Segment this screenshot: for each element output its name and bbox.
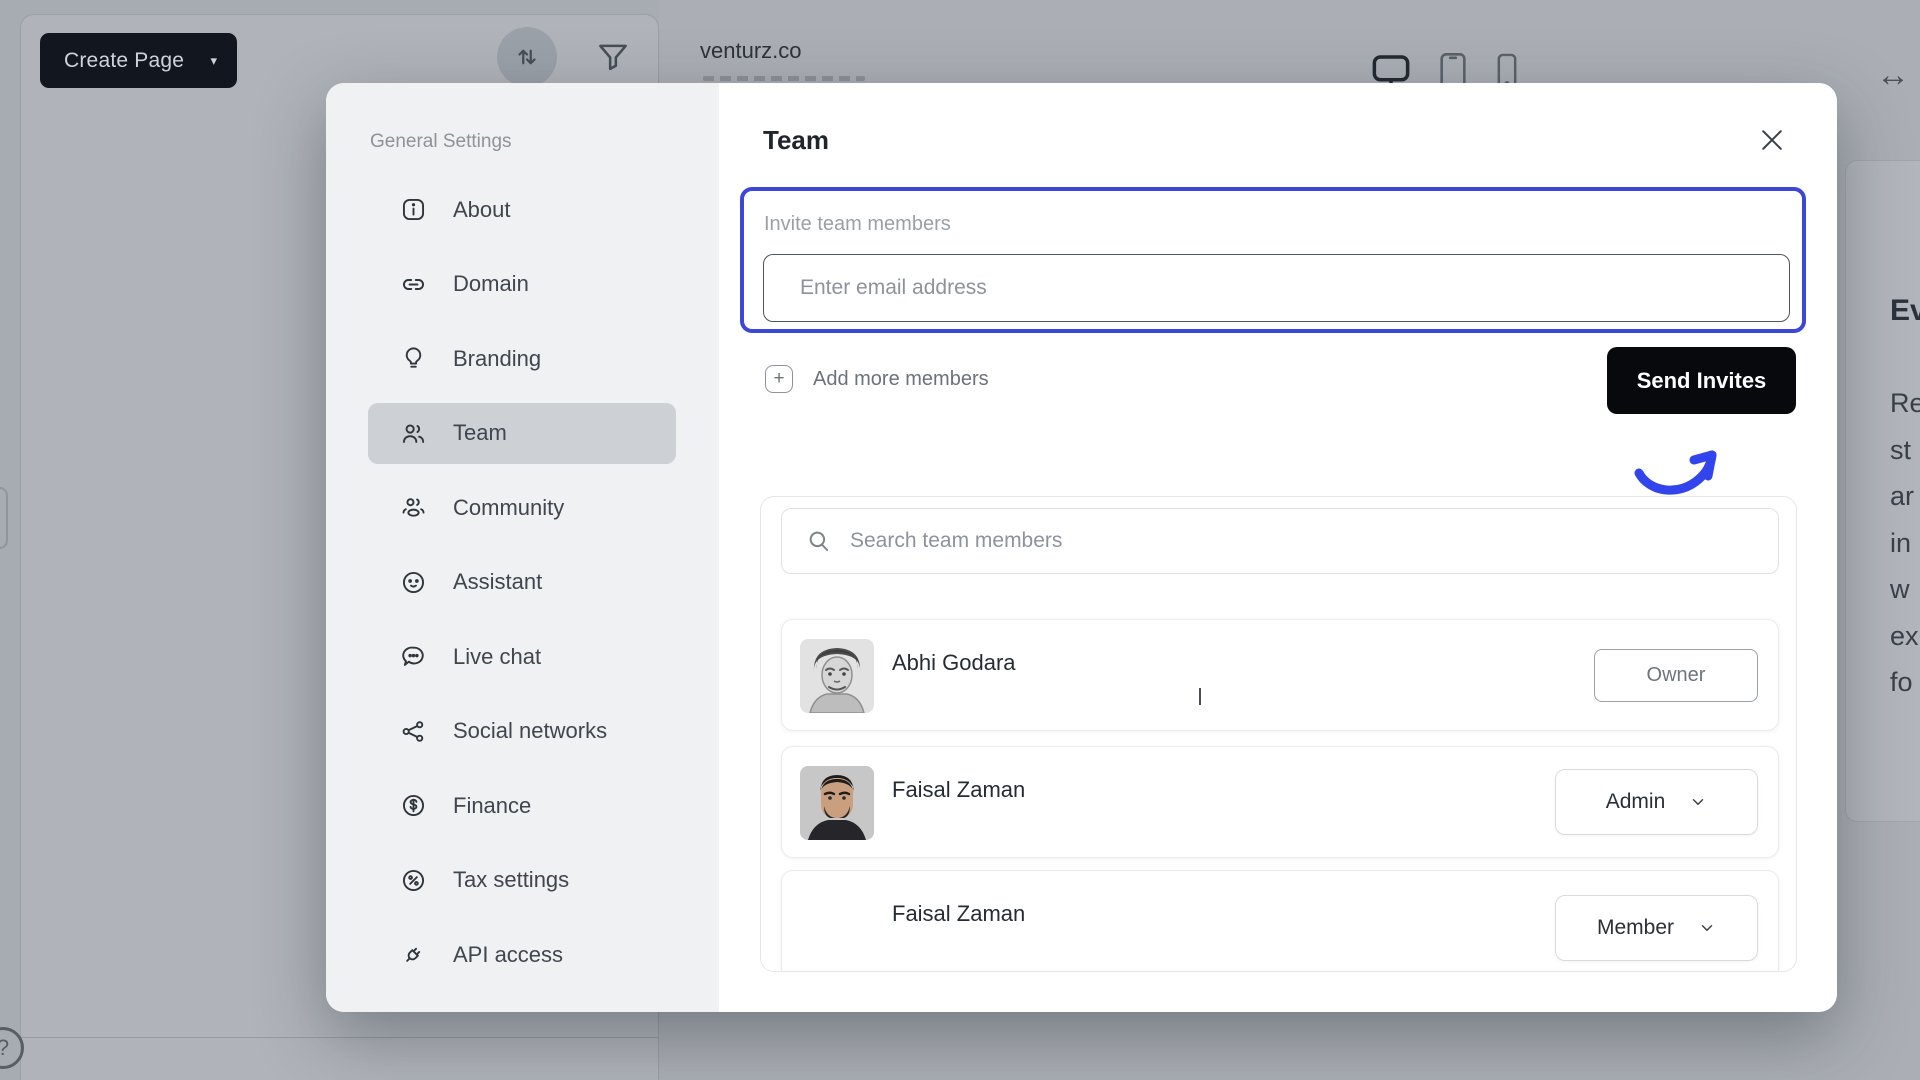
filter-button[interactable] bbox=[592, 36, 634, 78]
add-more-members-button[interactable]: + Add more members bbox=[765, 365, 989, 393]
sidebar-section-title: General Settings bbox=[370, 131, 512, 153]
percent-circle-icon bbox=[400, 867, 427, 894]
member-row: Abhi Godara Owner bbox=[781, 619, 1779, 731]
chevron-down-icon: ▾ bbox=[210, 53, 217, 69]
sidebar-item-domain[interactable]: Domain bbox=[368, 254, 676, 315]
site-name: venturz.co bbox=[700, 38, 802, 64]
member-name: Faisal Zaman bbox=[892, 901, 1025, 927]
screen: Create Page ▾ venturz.co ↔ Ev Re st ar i… bbox=[0, 0, 1920, 1080]
search-icon bbox=[806, 528, 832, 554]
sidebar-item-social-networks[interactable]: Social networks bbox=[368, 701, 676, 762]
sidebar-item-branding[interactable]: Branding bbox=[368, 328, 676, 389]
panel-collapse-handle[interactable] bbox=[0, 487, 8, 549]
member-name: Faisal Zaman bbox=[892, 777, 1025, 803]
info-icon bbox=[400, 196, 427, 223]
sidebar-item-about[interactable]: About bbox=[368, 179, 676, 240]
sidebar-item-live-chat[interactable]: Live chat bbox=[368, 626, 676, 687]
link-icon bbox=[400, 271, 427, 298]
member-row: Faisal Zaman Member bbox=[781, 870, 1779, 972]
search-bar bbox=[781, 508, 1779, 574]
lightbulb-icon bbox=[400, 345, 427, 372]
role-dropdown[interactable]: Admin bbox=[1555, 769, 1758, 835]
dollar-circle-icon bbox=[400, 792, 427, 819]
settings-modal: General Settings About Domain bbox=[326, 83, 1837, 1012]
assistant-face-icon bbox=[400, 569, 427, 596]
plus-icon: + bbox=[765, 365, 793, 393]
clipped-paragraph-fragments: Re st ar in w ex fo bbox=[1890, 380, 1920, 706]
chevron-down-icon bbox=[1689, 793, 1707, 811]
email-field[interactable] bbox=[763, 254, 1790, 322]
annotation-arrow-icon bbox=[1631, 429, 1741, 504]
invite-form: Invite team members bbox=[740, 187, 1806, 333]
chevron-down-icon bbox=[1698, 919, 1716, 937]
plug-icon bbox=[400, 941, 427, 968]
sidebar-item-team[interactable]: Team bbox=[368, 403, 676, 464]
share-nodes-icon bbox=[400, 718, 427, 745]
sort-arrows-icon bbox=[512, 42, 542, 72]
member-row: Faisal Zaman Admin bbox=[781, 746, 1779, 858]
team-settings-panel: Team Invite team members + Add more memb… bbox=[719, 83, 1837, 1012]
chat-bubble-icon bbox=[400, 643, 427, 670]
page-title: Team bbox=[763, 125, 829, 156]
sidebar-item-tax-settings[interactable]: Tax settings bbox=[368, 850, 676, 911]
text-cursor-artifact bbox=[1199, 688, 1201, 705]
sidebar-item-community[interactable]: Community bbox=[368, 477, 676, 538]
site-url-clipped bbox=[703, 76, 865, 81]
invite-label: Invite team members bbox=[764, 213, 951, 236]
question-mark-icon: ? bbox=[0, 1035, 9, 1061]
sidebar-item-api-access[interactable]: API access bbox=[368, 924, 676, 985]
clipped-heading-fragment: Ev bbox=[1890, 294, 1920, 328]
horizontal-resize-icon[interactable]: ↔ bbox=[1876, 56, 1910, 95]
avatar bbox=[800, 639, 874, 713]
team-icon bbox=[400, 420, 427, 447]
sidebar-item-assistant[interactable]: Assistant bbox=[368, 552, 676, 613]
team-members-list: Abhi Godara Owner bbox=[760, 496, 1797, 972]
create-page-label: Create Page bbox=[64, 49, 184, 73]
sidebar-list: About Domain Branding bbox=[368, 179, 676, 985]
send-invites-button[interactable]: Send Invites bbox=[1607, 347, 1796, 414]
avatar bbox=[800, 766, 874, 840]
sort-button[interactable] bbox=[497, 27, 557, 87]
sidebar-item-finance[interactable]: Finance bbox=[368, 775, 676, 836]
settings-sidebar: General Settings About Domain bbox=[326, 83, 719, 1012]
close-icon[interactable] bbox=[1757, 125, 1787, 155]
create-page-button[interactable]: Create Page ▾ bbox=[40, 33, 237, 88]
community-icon bbox=[400, 494, 427, 521]
funnel-icon bbox=[594, 38, 632, 76]
role-dropdown[interactable]: Member bbox=[1555, 895, 1758, 961]
member-name: Abhi Godara bbox=[892, 650, 1016, 676]
owner-badge: Owner bbox=[1594, 649, 1758, 702]
search-input[interactable] bbox=[850, 509, 1778, 573]
panel-divider bbox=[21, 1037, 658, 1038]
